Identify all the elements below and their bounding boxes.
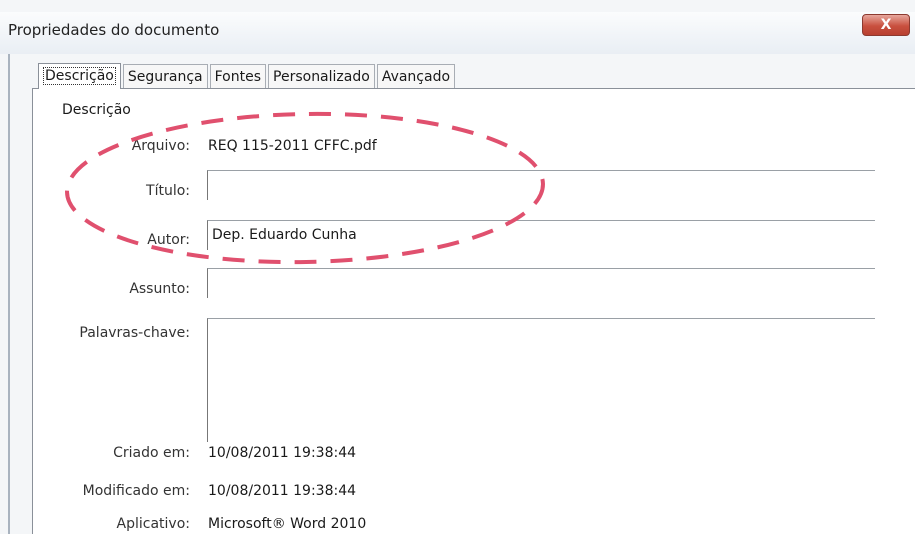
document-properties-dialog: Propriedades do documento X Descrição Se… (0, 0, 915, 534)
dashed-ellipse-annotation (65, 111, 545, 265)
tab-descricao[interactable]: Descrição (38, 63, 121, 89)
